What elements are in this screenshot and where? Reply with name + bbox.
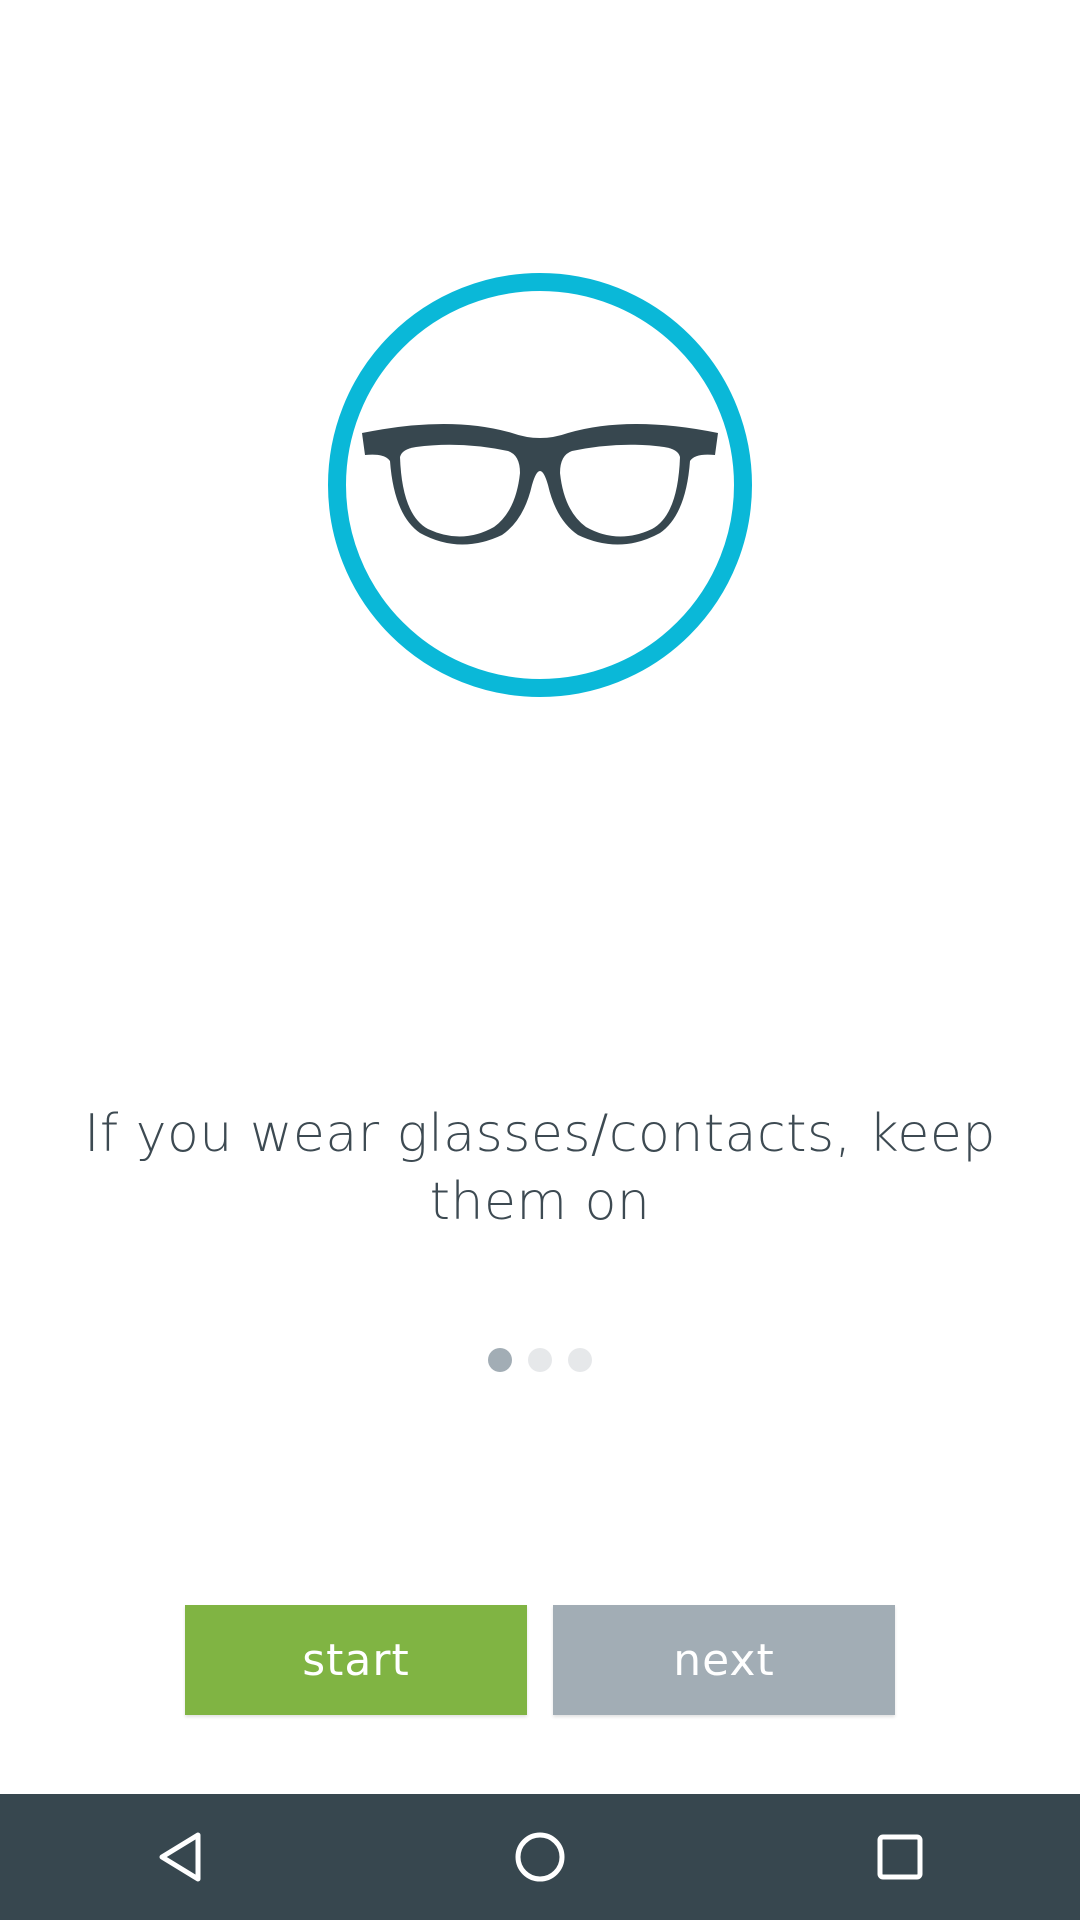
recents-square-icon	[877, 1834, 923, 1880]
recents-button[interactable]	[845, 1802, 955, 1912]
action-buttons: start next	[185, 1605, 895, 1715]
home-circle-icon	[515, 1832, 565, 1882]
next-button[interactable]: next	[553, 1605, 895, 1715]
page-indicator	[0, 1348, 1080, 1372]
back-triangle-icon	[159, 1832, 201, 1882]
instruction-text: If you wear glasses/contacts, keep them …	[84, 1104, 996, 1232]
start-button[interactable]: start	[185, 1605, 527, 1715]
glasses-illustration	[320, 265, 760, 705]
back-button[interactable]	[125, 1802, 235, 1912]
home-button[interactable]	[485, 1802, 595, 1912]
page-dot-2	[528, 1348, 552, 1372]
screen: If you wear glasses/contacts, keep them …	[0, 0, 1080, 1920]
glasses-icon	[328, 273, 752, 697]
page-dot-3	[568, 1348, 592, 1372]
page-dot-1	[488, 1348, 512, 1372]
system-nav-bar	[0, 1794, 1080, 1920]
